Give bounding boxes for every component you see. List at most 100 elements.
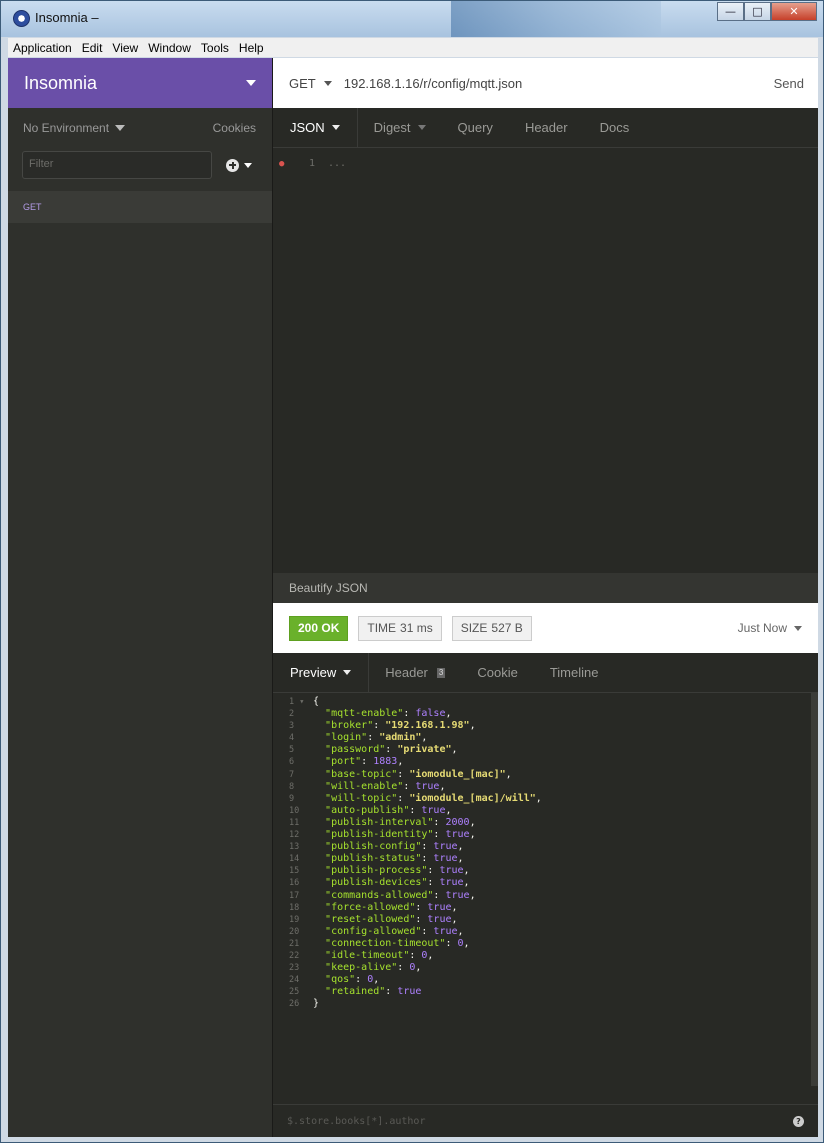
code-line: 26} [273,998,818,1010]
code-line: 1 ▾ { [273,696,818,708]
code-line: 19 "reset-allowed": true, [273,914,818,926]
time-label: TIME [367,621,397,635]
line-number: 5 [289,745,295,756]
code-line: 5 "password": "private", [273,744,818,756]
menu-view[interactable]: View [107,41,143,55]
code-line: 23 "keep-alive": 0, [273,962,818,974]
filter-input[interactable]: Filter [22,151,212,179]
tab-response-header[interactable]: Header 3 [369,653,461,692]
line-number: 25 [289,987,300,998]
code-text: "auto-publish": true, [325,804,452,816]
menu-window[interactable]: Window [143,41,196,55]
tab-json[interactable]: JSON [273,108,358,147]
chevron-down-icon [244,162,252,168]
menu-tools[interactable]: Tools [196,41,234,55]
main-pane: GET 192.168.1.16/r/config/mqtt.json Send… [273,58,818,1137]
line-number: 22 [289,950,300,961]
send-button[interactable]: Send [774,76,804,91]
line-number: 9 [289,793,295,804]
response-history-dropdown[interactable]: Just Now [738,621,802,635]
code-text: "publish-process": true, [325,865,470,877]
code-text: "login": "admin", [325,732,428,744]
response-tabs: Preview Header 3 Cookie Timeline [273,653,818,693]
code-line: 17 "commands-allowed": true, [273,890,818,902]
response-filter-bar: $.store.books[*].author ? [273,1104,818,1137]
code-line: 10 "auto-publish": true, [273,805,818,817]
line-number: 3 [289,721,295,732]
code-line: 3 "broker": "192.168.1.98", [273,720,818,732]
scrollbar[interactable] [811,693,818,1086]
line-number: 1 [309,158,316,169]
environment-dropdown[interactable]: No Environment [23,121,126,135]
code-line: 20 "config-allowed": true, [273,926,818,938]
folded-content[interactable]: ... [328,158,346,169]
code-text: "reset-allowed": true, [325,913,458,925]
response-filter-input[interactable]: $.store.books[*].author [287,1116,793,1127]
environment-label: No Environment [23,121,110,135]
line-number: 1 ▾ [289,697,305,707]
code-text: "force-allowed": true, [325,901,458,913]
code-text: "publish-config": true, [325,841,464,853]
tab-cookie[interactable]: Cookie [461,653,533,692]
minimize-icon[interactable]: — [717,2,744,21]
code-text: "port": 1883, [325,756,404,768]
code-text: "broker": "192.168.1.98", [325,720,476,732]
method-dropdown[interactable]: GET [289,76,332,91]
response-body-viewer[interactable]: 1 ▾ {2 "mqtt-enable": false, 3 "broker": "… [273,693,818,1086]
code-text: "retained": true [325,986,422,998]
header-count-badge: 3 [436,667,446,678]
line-number: 23 [289,963,300,974]
line-number: 7 [289,769,295,780]
app-content: Insomnia No Environment Cookies Filter G… [8,58,818,1137]
chevron-down-icon [794,625,802,631]
code-line: 2 "mqtt-enable": false, [273,708,818,720]
beautify-json-button[interactable]: Beautify JSON [273,573,818,603]
menu-application[interactable]: Application [8,41,77,55]
tab-timeline[interactable]: Timeline [534,653,615,692]
code-line: 22 "idle-timeout": 0, [273,950,818,962]
add-request-button[interactable] [226,158,252,172]
line-number: 14 [289,854,300,865]
request-body-editor[interactable]: ● 1 ... [273,148,818,573]
url-input[interactable]: 192.168.1.16/r/config/mqtt.json [344,76,774,91]
tab-header[interactable]: Header [509,108,584,147]
code-line: 14 "publish-status": true, [273,853,818,865]
line-number: 13 [289,842,300,853]
menu-edit[interactable]: Edit [77,41,108,55]
line-number: 21 [289,938,300,949]
background-window-blur [451,1,661,37]
plus-circle-icon [226,158,239,172]
line-number: 11 [289,817,300,828]
code-line: 6 "port": 1883, [273,756,818,768]
cookies-button[interactable]: Cookies [213,121,256,135]
code-line: 11 "publish-interval": 2000, [273,817,818,829]
line-number: 10 [289,805,300,816]
tab-preview[interactable]: Preview [273,653,370,692]
error-marker-icon: ● [279,159,285,169]
code-text: { [313,696,320,707]
request-method-label: GET [23,202,42,212]
workspace-selector[interactable]: Insomnia [8,58,272,108]
menu-help[interactable]: Help [234,41,269,55]
tab-digest[interactable]: Digest [358,108,442,147]
chevron-down-icon [331,125,340,130]
sidebar-request-item[interactable]: GET [8,191,272,223]
title-bar[interactable]: Insomnia – — □ ✕ [1,1,823,37]
code-line: 16 "publish-devices": true, [273,877,818,889]
line-number: 16 [289,878,300,889]
help-icon[interactable]: ? [793,1115,804,1127]
request-tabs: JSON Digest Query Header Docs [273,108,818,148]
line-number: 12 [289,830,300,841]
code-text: "publish-interval": 2000, [325,816,476,828]
code-line: 21 "connection-timeout": 0, [273,938,818,950]
tab-docs[interactable]: Docs [584,108,646,147]
code-line: 12 "publish-identity": true, [273,829,818,841]
close-icon[interactable]: ✕ [771,2,817,21]
response-time-label: Just Now [737,621,787,635]
code-text: "keep-alive": 0, [325,962,422,974]
maximize-icon[interactable]: □ [744,2,771,21]
window-controls: — □ ✕ [717,2,817,21]
code-line: 15 "publish-process": true, [273,865,818,877]
code-line: 9 "will-topic": "iomodule_[mac]/will", [273,793,818,805]
tab-query[interactable]: Query [442,108,509,147]
